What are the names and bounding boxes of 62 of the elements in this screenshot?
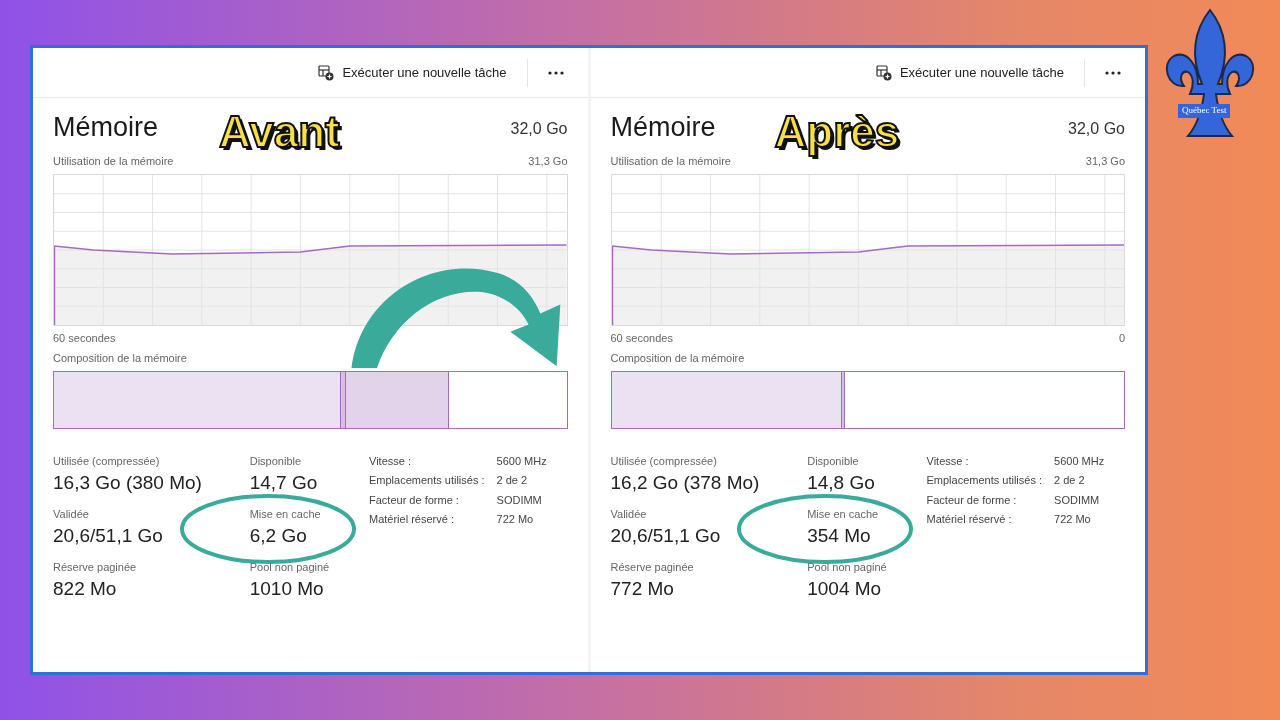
- hardware-value: 5600 MHz: [496, 453, 547, 469]
- hardware-value: 5600 MHz: [1054, 453, 1105, 469]
- overlay-caption: Avant: [219, 110, 340, 154]
- run-new-task-button[interactable]: Exécuter une nouvelle tâche: [867, 58, 1072, 87]
- hardware-label: Facteur de forme :: [926, 492, 1018, 508]
- hardware-label: Vitesse :: [926, 453, 970, 469]
- stat-label: Mise en cache: [807, 506, 880, 522]
- hardware-value: SODIMM: [496, 492, 543, 508]
- stat-label: Utilisée (compressée): [610, 453, 718, 469]
- hardware-value: 2 de 2: [1054, 473, 1086, 488]
- graph-label: Utilisation de la mémoire: [53, 154, 174, 169]
- section-title: Mémoire: [610, 114, 716, 141]
- stat-label: Validée: [610, 506, 648, 522]
- stat-label: Mise en cache: [249, 506, 322, 522]
- composition-label: Composition de la mémoire: [53, 351, 188, 366]
- new-task-icon: [875, 64, 892, 81]
- stat-label: Disponible: [807, 453, 860, 469]
- stat-label: Pool non paginé: [249, 559, 331, 575]
- hardware-value: 2 de 2: [496, 473, 529, 488]
- hardware-label: Emplacements utilisés :: [926, 473, 1043, 488]
- stat-value: 1004 Mo: [807, 577, 883, 601]
- time-label: 60 secondes: [610, 330, 673, 346]
- stat-value: 772 Mo: [610, 577, 675, 601]
- hardware-value: 722 Mo: [496, 512, 535, 527]
- hardware-value: SODIMM: [1054, 492, 1101, 508]
- stat-value: 20,6/51,1 Go: [610, 524, 722, 548]
- stat-label: Validée: [53, 506, 90, 522]
- stat-value: 354 Mo: [807, 524, 872, 548]
- stat-label: Réserve paginée: [53, 559, 138, 575]
- more-icon: [547, 70, 564, 75]
- hardware-label: Matériel réservé :: [369, 512, 455, 527]
- stat-value: 20,6/51,1 Go: [53, 524, 164, 548]
- more-icon: [1105, 70, 1121, 75]
- stat-value: 6,2 Go: [249, 524, 308, 548]
- stat-value: 14,8 Go: [807, 471, 876, 495]
- axis-zero: 0: [1118, 330, 1125, 346]
- stat-label: Pool non paginé: [807, 559, 888, 575]
- graph-label: Utilisation de la mémoire: [610, 154, 731, 169]
- composition-label: Composition de la mémoire: [610, 351, 746, 366]
- stat-value: 822 Mo: [53, 577, 118, 601]
- hardware-value: 722 Mo: [1054, 512, 1092, 527]
- graph-max: 31,3 Go: [528, 154, 568, 169]
- stat-value: 16,3 Go (380 Mo): [53, 471, 203, 495]
- section-title: Mémoire: [53, 114, 159, 141]
- stat-value: 14,7 Go: [249, 471, 319, 495]
- run-new-task-button[interactable]: Exécuter une nouvelle tâche: [310, 58, 515, 87]
- total-memory: 32,0 Go: [510, 119, 568, 139]
- stat-label: Utilisée (compressée): [53, 453, 161, 469]
- total-memory: 32,0 Go: [1068, 119, 1125, 139]
- hardware-label: Vitesse :: [369, 453, 412, 469]
- hardware-label: Matériel réservé :: [926, 512, 1013, 527]
- new-task-icon: [318, 64, 335, 81]
- logo-caption: Québec Test: [1178, 104, 1231, 118]
- overlay-caption: Après: [774, 110, 900, 154]
- hardware-label: Emplacements utilisés :: [369, 473, 485, 488]
- time-label: 60 secondes: [53, 330, 116, 346]
- stat-value: 16,2 Go (378 Mo): [610, 471, 761, 495]
- stat-label: Disponible: [249, 453, 303, 469]
- graph-max: 31,3 Go: [1085, 154, 1125, 169]
- stat-label: Réserve paginée: [610, 559, 695, 575]
- stat-value: 1010 Mo: [249, 577, 325, 601]
- hardware-label: Facteur de forme :: [369, 492, 460, 508]
